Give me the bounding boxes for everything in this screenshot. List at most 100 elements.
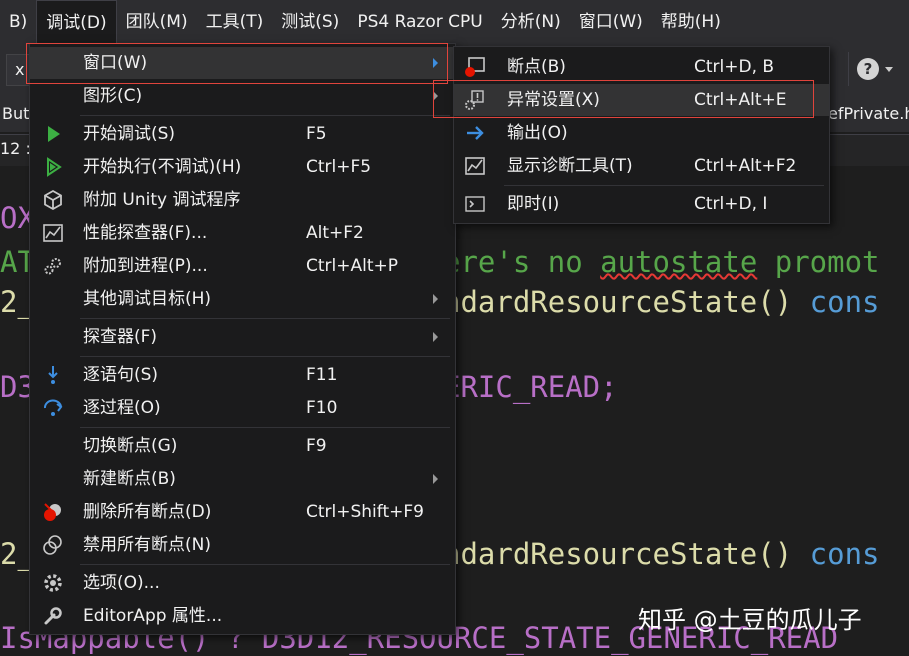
menu-item-profiler[interactable]: 探查器(F) [30,321,455,353]
menubar-item-analyze[interactable]: 分析(N) [492,0,570,44]
menu-item-label: 新建断点(B) [83,469,176,489]
menubar-item-team[interactable]: 团队(M) [117,0,197,44]
spell-check-word: autostate [600,245,758,279]
menu-item-label: 切换断点(G) [83,436,178,456]
menu-item-start-without-debugging[interactable]: 开始执行(不调试)(H) Ctrl+F5 [30,151,455,183]
menubar-item-build[interactable]: B) [0,0,36,44]
menu-item-shortcut: F11 [306,365,338,385]
submenu-item-diagnostic-tools[interactable]: 显示诊断工具(T) Ctrl+Alt+F2 [454,150,829,182]
menu-item-label: 其他调试目标(H) [83,289,212,309]
chevron-down-icon [885,66,893,72]
submenu-item-immediate[interactable]: 即时(I) Ctrl+D, I [454,188,829,220]
menu-item-graphics[interactable]: 图形(C) [30,80,455,112]
separator [80,564,450,565]
code-frag: promot [757,245,880,279]
immediate-window-icon [465,196,485,212]
play-icon [48,126,60,142]
submenu-item-breakpoints[interactable]: 断点(B) Ctrl+D, B [454,51,829,83]
submenu-arrow-icon [433,294,438,304]
submenu-arrow-icon [433,332,438,342]
menu-item-shortcut: Alt+F2 [306,223,364,243]
menu-item-toggle-breakpoint[interactable]: 切换断点(G) F9 [30,430,455,462]
menu-item-label: 选项(O)... [83,573,160,593]
separator [504,185,824,186]
menu-item-disable-all-breakpoints[interactable]: 禁用所有断点(N) [30,529,455,561]
menubar-item-test[interactable]: 测试(S) [272,0,348,44]
submenu-arrow-icon [433,58,438,68]
menu-item-label: 附加 Unity 调试程序 [83,190,241,210]
separator [80,318,450,319]
code-frag: ere's no [443,245,601,279]
code-frag: ndardResourceState() [443,285,810,319]
delete-breakpoints-icon [44,503,61,521]
menu-item-step-over[interactable]: 逐过程(O) F10 [30,392,455,424]
code-frag: ndardResourceState() [443,537,810,571]
menubar-item-debug[interactable]: 调试(D) [36,0,117,44]
separator [80,115,450,116]
menu-item-label: 附加到进程(P)... [83,256,208,276]
menu-item-attach-to-process[interactable]: 附加到进程(P)... Ctrl+Alt+P [30,250,455,282]
menu-item-start-debugging[interactable]: 开始调试(S) F5 [30,118,455,150]
submenu-item-shortcut: Ctrl+Alt+E [694,90,787,110]
menu-item-delete-all-breakpoints[interactable]: 删除所有断点(D) Ctrl+Shift+F9 [30,496,455,528]
wrench-icon [44,607,62,625]
menu-item-options[interactable]: 选项(O)... [30,567,455,599]
menu-item-label: 禁用所有断点(N) [83,535,211,555]
menu-item-shortcut: Ctrl+F5 [306,157,372,177]
code-keyword: cons [809,285,880,319]
code-line-3-rest: ndardResourceState() cons [443,284,880,320]
menubar-item-window[interactable]: 窗口(W) [570,0,652,44]
submenu-item-label: 显示诊断工具(T) [507,156,633,176]
separator [80,427,450,428]
disable-breakpoints-icon [43,535,62,555]
tab-left[interactable]: But [2,104,29,123]
menu-item-label: 逐过程(O) [83,398,161,418]
window-submenu: 断点(B) Ctrl+D, B 异常设置(X) Ctrl+Alt+E 输出(O)… [453,46,830,224]
exception-settings-icon [465,90,484,110]
submenu-item-label: 断点(B) [507,57,566,77]
menubar-item-help[interactable]: 帮助(H) [652,0,730,44]
menu-item-new-breakpoint[interactable]: 新建断点(B) [30,463,455,495]
menubar-item-tools[interactable]: 工具(T) [197,0,273,44]
menu-item-attach-unity[interactable]: 附加 Unity 调试程序 [30,184,455,216]
help-button[interactable]: ? [848,52,909,86]
menu-item-window[interactable]: 窗口(W) [30,47,455,79]
code-line-4-rest: ERIC_READ; [443,370,618,404]
line-indicator: 12 : [0,139,31,158]
breakpoints-window-icon [465,57,485,77]
menu-item-performance-profiler[interactable]: 性能探查器(F)... Alt+F2 [30,217,455,249]
menu-item-label: 性能探查器(F)... [83,223,208,243]
menu-item-step-into[interactable]: 逐语句(S) F11 [30,359,455,391]
menu-item-label: EditorApp 属性... [83,606,223,626]
submenu-item-shortcut: Ctrl+Alt+F2 [694,156,797,176]
unity-cube-icon [44,189,62,211]
code-comment: ere's no autostate promot [443,244,880,280]
menu-item-shortcut: Ctrl+Alt+P [306,256,399,276]
code-line-5-rest: ndardResourceState() cons [443,536,880,572]
tab-right[interactable]: efPrivate.h [828,104,909,123]
performance-chart-icon [43,224,63,242]
separator [80,356,450,357]
submenu-item-label: 输出(O) [507,123,568,143]
menu-item-label: 删除所有断点(D) [83,502,212,522]
menu-item-label: 探查器(F) [83,327,158,347]
menubar-item-ps4-razor-cpu[interactable]: PS4 Razor CPU [348,0,491,44]
code-keyword: cons [809,537,880,571]
step-over-icon [44,399,63,416]
submenu-item-shortcut: Ctrl+D, B [694,57,775,77]
menu-item-project-properties[interactable]: EditorApp 属性... [30,600,455,632]
menu-item-shortcut: Ctrl+Shift+F9 [306,502,424,522]
menu-item-label: 逐语句(S) [83,365,159,385]
menu-bar: B) 调试(D) 团队(M) 工具(T) 测试(S) PS4 Razor CPU… [0,0,909,44]
play-outline-icon [47,157,62,177]
debug-menu: 窗口(W) 图形(C) 开始调试(S) F5 开始执行(不调试)(H) Ctrl… [29,43,456,635]
menu-item-other-debug-targets[interactable]: 其他调试目标(H) [30,283,455,315]
menu-item-shortcut: F9 [306,436,327,456]
menu-item-label: 开始执行(不调试)(H) [83,157,242,177]
menu-item-label: 图形(C) [83,86,143,106]
submenu-item-output[interactable]: 输出(O) [454,117,829,149]
menu-item-shortcut: F5 [306,124,327,144]
submenu-item-exception-settings[interactable]: 异常设置(X) Ctrl+Alt+E [454,84,829,116]
gears-icon [44,258,61,275]
gear-icon [44,574,62,592]
